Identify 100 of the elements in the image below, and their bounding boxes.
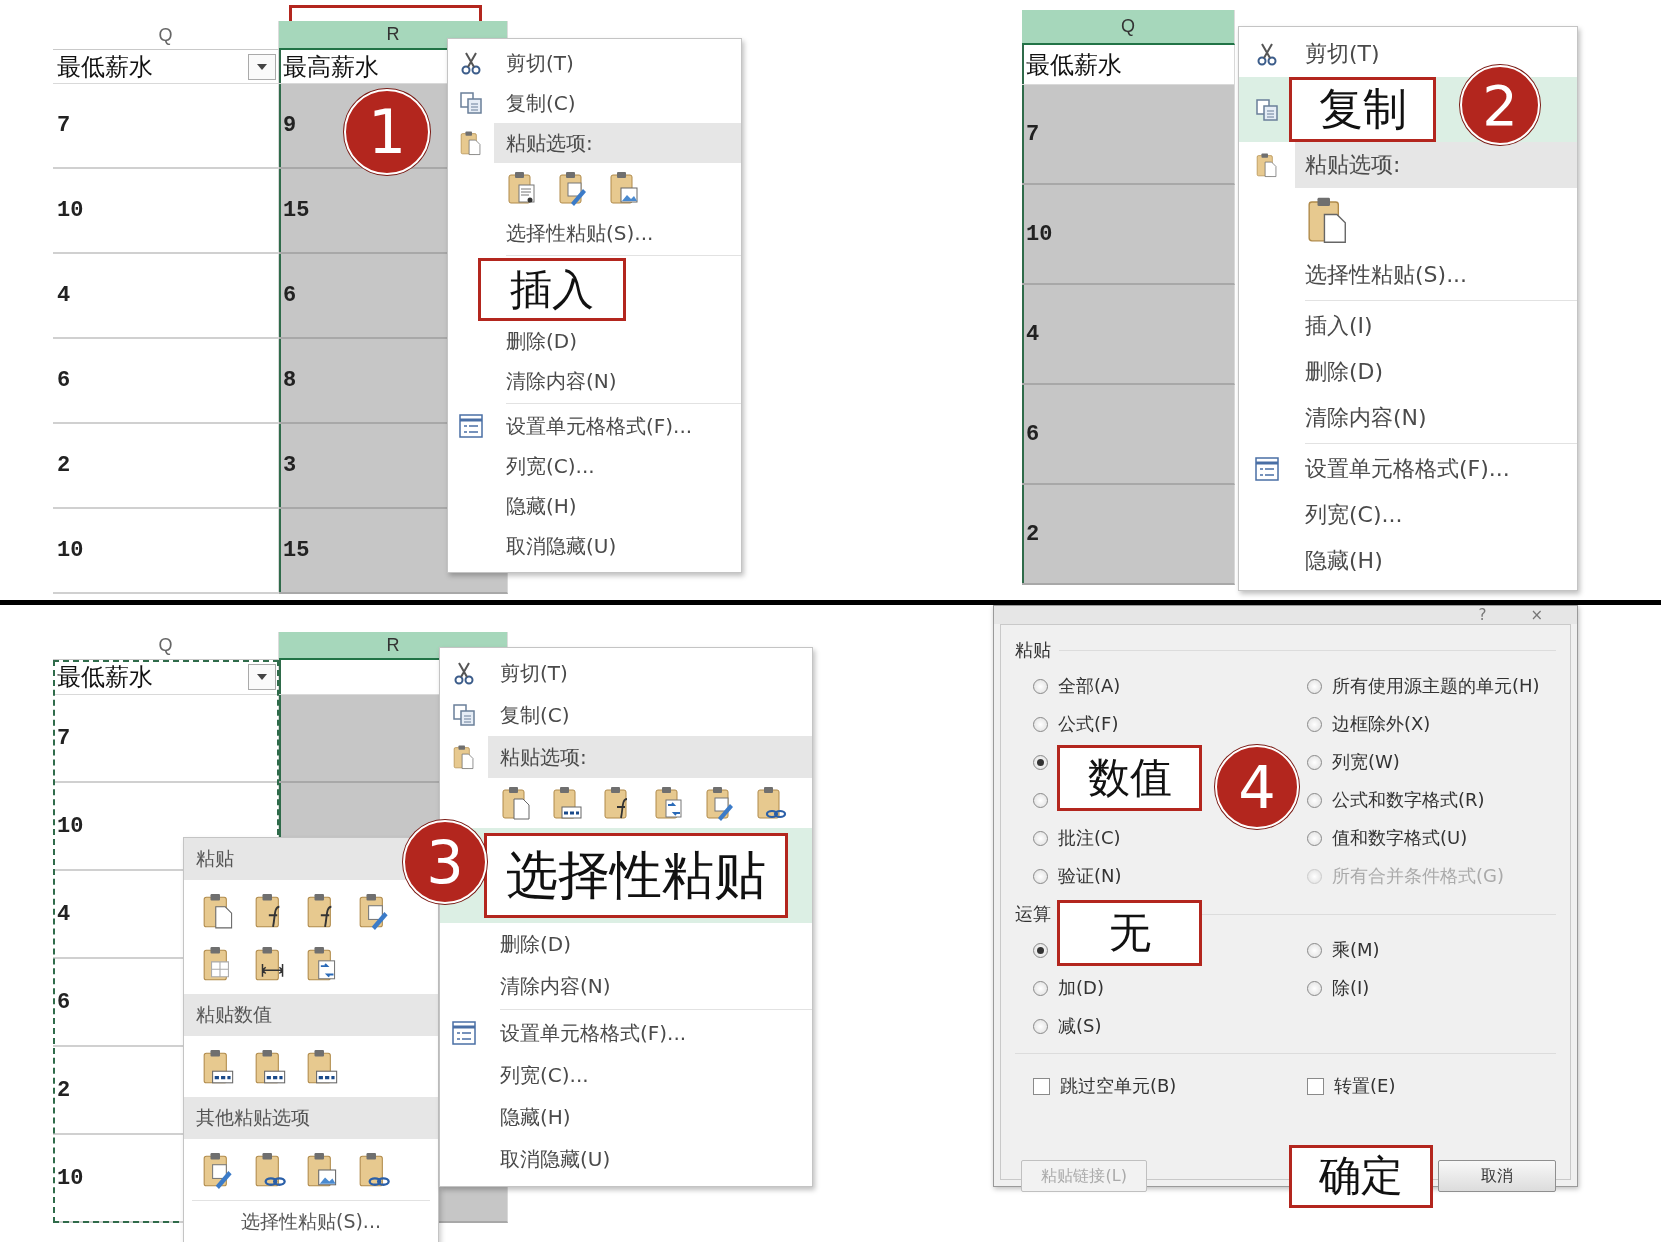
radio-button[interactable] [1033, 716, 1048, 732]
checkbox-label[interactable]: 跳过空单元(B) [1060, 1074, 1177, 1098]
clipboard-icon [551, 785, 583, 821]
format-cells-icon [451, 1020, 477, 1046]
menu-item[interactable]: 设置单元格格式(F)... [440, 1012, 812, 1054]
table-cell: 6 [1022, 385, 1235, 485]
clipboard-icon [452, 744, 476, 770]
menu-item[interactable]: 取消隐藏(U) [440, 1138, 812, 1180]
menu-item[interactable]: 选择性粘贴(S)... [192, 1200, 430, 1239]
clipboard-icon [305, 1150, 339, 1189]
radio-label[interactable]: 值和数字格式(U) [1332, 826, 1468, 850]
clipboard-icon [253, 1047, 287, 1086]
menu-item[interactable]: 复制(C) [448, 83, 741, 123]
dropdown-arrow-icon [256, 62, 268, 71]
menu-item[interactable]: 设置单元格格式(F)... [1239, 446, 1577, 492]
radio-label[interactable]: 验证(N) [1058, 864, 1122, 888]
filter-button[interactable] [248, 53, 276, 80]
callout-label: 选择性粘贴 [484, 833, 788, 918]
radio-label[interactable]: 所有使用源主题的单元(H) [1332, 674, 1540, 698]
column-header[interactable]: Q [53, 21, 279, 50]
group-title: 粘贴 [1015, 637, 1556, 663]
radio-button[interactable] [1307, 678, 1322, 694]
menu-item[interactable]: 删除(D) [440, 923, 812, 965]
clipboard-icon [201, 891, 235, 930]
callout-label: 复制 [1289, 77, 1436, 142]
checkbox-label[interactable]: 转置(E) [1334, 1074, 1396, 1098]
dropdown-arrow-icon [256, 673, 268, 681]
radio-button[interactable] [1033, 830, 1048, 846]
radio-label[interactable]: 加(D) [1058, 976, 1104, 1000]
column-header[interactable]: Q [1022, 10, 1235, 45]
format-cells-icon [1254, 456, 1280, 482]
menu-item[interactable]: 清除内容(N) [440, 965, 812, 1007]
clipboard-icon [305, 1047, 339, 1086]
clipboard-icon [557, 170, 589, 206]
radio-button[interactable] [1307, 942, 1322, 958]
dialog-button[interactable]: 取消 [1438, 1160, 1556, 1192]
title-bar-button[interactable]: × [1530, 606, 1543, 624]
paste-option-button[interactable] [755, 785, 787, 821]
menu-item[interactable]: 列宽(C)... [1239, 492, 1577, 538]
menu-item[interactable]: 隐藏(H) [1239, 538, 1577, 584]
radio-button[interactable] [1033, 792, 1048, 808]
clipboard-icon [459, 130, 483, 156]
radio-button[interactable] [1307, 716, 1322, 732]
copy-icon [452, 703, 476, 727]
filter-button[interactable] [248, 664, 276, 690]
radio-button[interactable] [1033, 754, 1048, 770]
scissors-icon [1255, 42, 1279, 66]
radio-label[interactable]: 乘(M) [1332, 938, 1380, 962]
clipboard-icon [653, 785, 685, 821]
menu-item[interactable]: 清除内容(N) [1239, 395, 1577, 441]
clipboard-icon [608, 170, 640, 206]
radio-label[interactable]: 全部(A) [1058, 674, 1121, 698]
radio-button[interactable] [1307, 830, 1322, 846]
scissors-icon [459, 51, 483, 75]
copy-icon [459, 91, 483, 115]
scissors-icon [452, 661, 476, 685]
column-header[interactable]: Q [53, 632, 279, 660]
clipboard-icon [357, 1150, 391, 1189]
radio-button[interactable] [1307, 754, 1322, 770]
clipboard-icon [1255, 152, 1279, 178]
radio-label[interactable]: 边框除外(X) [1332, 712, 1431, 736]
title-bar-button[interactable]: ? [1478, 606, 1487, 624]
callout-label: 确定 [1289, 1144, 1434, 1208]
radio-button[interactable] [1033, 678, 1048, 694]
radio-button[interactable] [1307, 792, 1322, 808]
submenu-heading: 粘贴数值 [184, 994, 438, 1036]
callout-label: 数值 [1057, 745, 1202, 811]
callout-label: 插入 [478, 258, 626, 321]
radio-label[interactable]: 列宽(W) [1332, 750, 1400, 774]
radio-button[interactable] [1033, 942, 1048, 958]
clipboard-icon [253, 1150, 287, 1189]
copy-icon [1255, 97, 1279, 122]
radio-button[interactable] [1033, 980, 1048, 996]
table-cell-text: 最低薪水 [57, 51, 153, 83]
table-cell: 4 [1022, 285, 1235, 385]
table-cell: 10 [1022, 185, 1235, 285]
table-cell: 7 [1022, 85, 1235, 185]
menu-item[interactable]: 插入(I) [1239, 303, 1577, 349]
menu-item[interactable]: 隐藏(H) [440, 1096, 812, 1138]
radio-button[interactable] [1307, 980, 1322, 996]
menu-item[interactable]: 列宽(C)... [440, 1054, 812, 1096]
checkbox[interactable] [1307, 1077, 1324, 1095]
radio-label[interactable]: 减(S) [1058, 1014, 1102, 1038]
radio-button[interactable] [1033, 1018, 1048, 1034]
radio-label[interactable]: 公式和数字格式(R) [1332, 788, 1485, 812]
radio-label[interactable]: 除(I) [1332, 976, 1370, 1000]
table-cell: 2 [1022, 485, 1235, 585]
paste-option-button[interactable] [653, 785, 685, 821]
menu-item[interactable]: 复制(C) [440, 694, 812, 736]
clipboard-icon [755, 785, 787, 821]
menu-item[interactable]: 选择性粘贴(S)... [1239, 252, 1577, 298]
clipboard-icon [704, 785, 736, 821]
menu-item[interactable]: 删除(D) [1239, 349, 1577, 395]
clipboard-icon [500, 785, 532, 821]
radio-button[interactable] [1033, 868, 1048, 884]
clipboard-icon [506, 170, 538, 206]
radio-label[interactable]: 批注(C) [1058, 826, 1121, 850]
radio-label[interactable]: 公式(F) [1058, 712, 1119, 736]
table-cell-text: 最高薪水 [283, 51, 379, 83]
checkbox[interactable] [1033, 1077, 1050, 1095]
